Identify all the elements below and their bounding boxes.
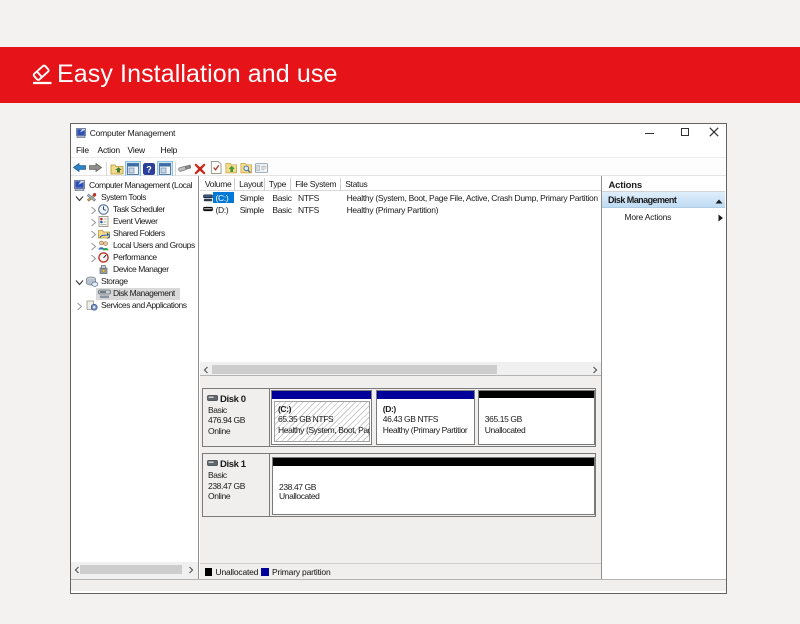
svg-text:?: ? — [146, 164, 152, 174]
